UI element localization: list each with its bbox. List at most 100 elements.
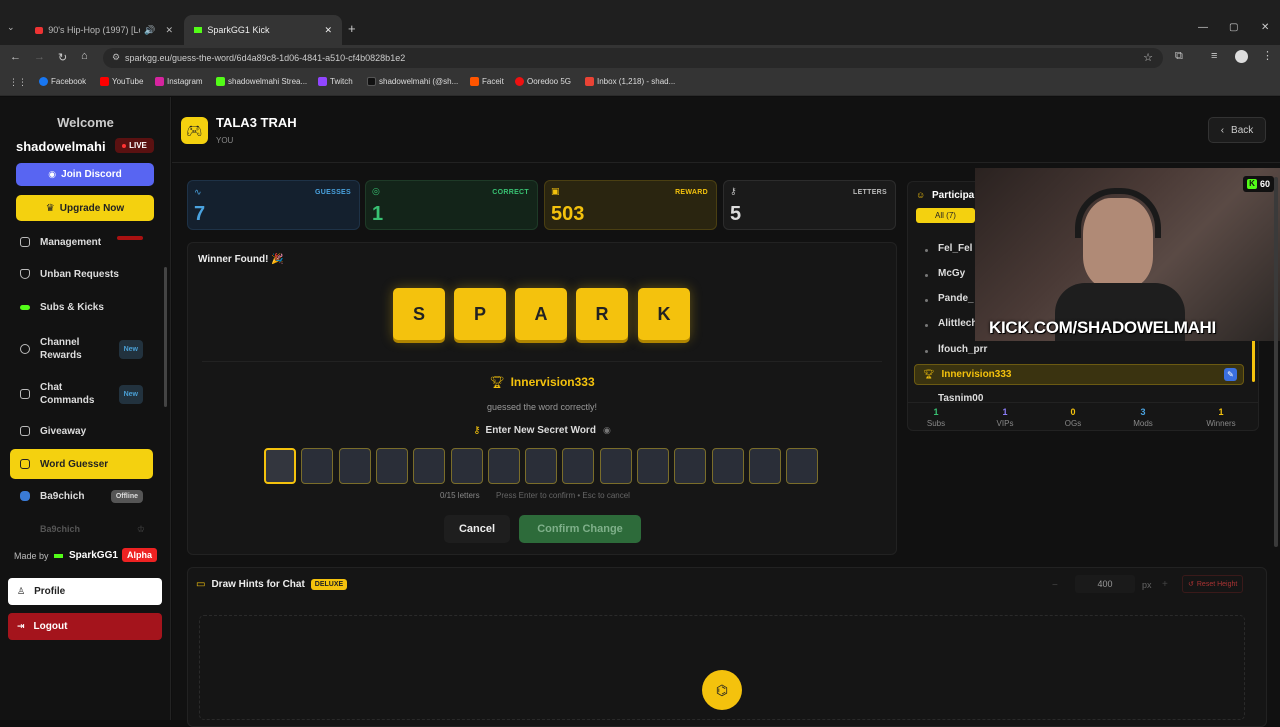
home-icon[interactable]: ⌂ — [81, 50, 88, 62]
twitch-icon — [318, 77, 327, 86]
letter-slot[interactable] — [450, 448, 483, 484]
crown-icon: ♛ — [45, 202, 55, 214]
participants-title: Participa — [932, 190, 975, 201]
letter-slot[interactable] — [637, 448, 669, 484]
letter-slot[interactable] — [375, 448, 408, 484]
bookmark-instagram[interactable]: Instagram — [155, 77, 203, 86]
letter-slot[interactable] — [674, 448, 707, 484]
participant-item[interactable]: Fel_Fel — [938, 243, 972, 254]
filter-all-tab[interactable]: All (7) — [916, 208, 975, 223]
bookmark-gmail[interactable]: Inbox (1,218) - shad... — [585, 77, 675, 86]
participant-item[interactable]: Pande_ — [938, 293, 974, 304]
reload-icon[interactable]: ↻ — [58, 51, 67, 64]
close-tab-icon[interactable]: ✕ — [165, 25, 173, 36]
bookmark-twitch[interactable]: Twitch — [318, 77, 353, 86]
live-badge: LIVE — [115, 138, 154, 153]
letter-slot[interactable] — [264, 448, 296, 484]
letter-slot[interactable] — [786, 448, 819, 484]
back-button[interactable]: ‹ Back — [1208, 117, 1266, 143]
tiktok-icon — [367, 77, 376, 86]
webcam-overlay: K 60 KICK.COM/SHADOWELMAHI — [975, 168, 1280, 341]
forward-arrow-icon[interactable]: → — [34, 51, 45, 63]
page-scrollbar[interactable] — [1274, 177, 1278, 547]
discord-icon: ◉ — [48, 169, 57, 179]
media-control-icon[interactable]: ≡ — [1211, 50, 1217, 62]
letter-slot[interactable] — [338, 448, 371, 484]
check-circle-icon: ◎ — [372, 186, 380, 196]
bookmark-youtube[interactable]: YouTube — [100, 77, 143, 86]
sidebar-item-subs-kicks[interactable]: Subs & Kicks — [10, 292, 153, 322]
gamepad-placeholder-icon: ⌬ — [702, 670, 742, 710]
bookmark-facebook[interactable]: Facebook — [39, 77, 86, 86]
bookmark-kick[interactable]: shadowelmahi Strea... — [216, 77, 307, 86]
eye-icon[interactable]: ◉ — [603, 425, 611, 436]
profile-button[interactable]: ♙ Profile — [8, 578, 162, 605]
tab-title: SparkGG1 Kick — [207, 25, 270, 35]
letter-slot[interactable] — [525, 448, 558, 484]
bookmark-star-icon[interactable]: ☆ — [1143, 51, 1153, 64]
join-discord-button[interactable]: ◉ Join Discord — [16, 163, 154, 186]
tab-list-dropdown-icon[interactable]: ⌄ — [7, 22, 15, 33]
minimize-icon[interactable]: — — [1198, 22, 1208, 33]
close-tab-icon[interactable]: ✕ — [324, 25, 332, 36]
menu-kebab-icon[interactable]: ⋮ — [1262, 49, 1273, 62]
cancel-button[interactable]: Cancel — [444, 515, 510, 543]
new-badge: New — [118, 384, 143, 404]
letter-slot[interactable] — [748, 448, 781, 484]
participant-item-highlighted[interactable]: 🏆︎ Innervision333 ✎ — [914, 364, 1244, 385]
wand-icon[interactable]: ✎ — [1224, 368, 1237, 381]
participant-item[interactable]: lfouch_prr — [938, 344, 987, 355]
browser-tab-1[interactable]: 90's Hip-Hop (1997) [Lost D 🔊 ✕ — [25, 15, 183, 45]
logout-button[interactable]: ⇥ Logout — [8, 613, 162, 640]
winner-row: 🏆︎ Innervision333 — [172, 375, 912, 389]
bookmark-tiktok[interactable]: shadowelmahi (@sh... — [367, 77, 458, 86]
keyboard-hint: Press Enter to confirm • Esc to cancel — [496, 491, 630, 500]
divider — [202, 361, 882, 362]
close-window-icon[interactable]: ✕ — [1261, 22, 1269, 33]
reset-height-button[interactable]: ↺ Reset Height — [1182, 575, 1244, 593]
sidebar-item-ba9chich-2[interactable]: Ba9chich ♔ — [10, 520, 153, 538]
url-field[interactable]: ⚙ sparkgg.eu/guess-the-word/6d4a89c8-1d0… — [103, 48, 1163, 68]
list-bullet — [925, 324, 928, 327]
sidebar-item-channel-rewards[interactable]: Channel Rewards New — [10, 332, 153, 366]
participant-item[interactable]: McGy — [938, 268, 965, 279]
trophy-icon: 🏆︎ — [489, 375, 505, 389]
increase-height-button[interactable]: + — [1162, 579, 1168, 590]
new-tab-icon[interactable]: + — [348, 21, 356, 36]
maximize-icon[interactable]: ▢ — [1229, 22, 1238, 33]
apps-grid-icon[interactable]: ⋮⋮ — [9, 77, 27, 88]
sidebar-item-unban-requests[interactable]: Unban Requests — [10, 259, 153, 289]
sidebar-scrollbar[interactable] — [164, 267, 167, 407]
height-input[interactable]: 400 — [1075, 575, 1135, 593]
upgrade-button[interactable]: ♛ Upgrade Now — [16, 195, 154, 221]
chevron-left-icon: ‹ — [1220, 124, 1225, 136]
sidebar-item-management[interactable]: Management — [10, 227, 153, 257]
sidebar-item-giveaway[interactable]: Giveaway — [10, 416, 153, 446]
alpha-badge: Alpha — [122, 548, 158, 562]
bookmark-faceit[interactable]: Faceit — [470, 77, 504, 86]
letter-slot[interactable] — [599, 448, 632, 484]
sidebar-item-word-guesser[interactable]: Word Guesser — [10, 449, 153, 479]
site-info-icon[interactable]: ⚙ — [112, 52, 120, 63]
letter-slot[interactable] — [487, 448, 520, 484]
letter-slot[interactable] — [562, 448, 595, 484]
bookmark-ooredoo[interactable]: Ooredoo 5G — [515, 77, 571, 86]
decrease-height-button[interactable]: − — [1052, 580, 1058, 591]
profile-avatar-icon[interactable] — [1235, 50, 1248, 63]
letter-slot[interactable] — [711, 448, 744, 484]
sidebar-item-chat-commands[interactable]: Chat Commands New — [10, 377, 153, 411]
extensions-icon[interactable]: ⧉ — [1175, 50, 1183, 63]
confirm-change-button[interactable]: Confirm Change — [519, 515, 641, 543]
participant-item[interactable]: Tasnim00 — [938, 393, 983, 401]
letter-slot[interactable] — [301, 448, 334, 484]
letter-tile: R — [576, 288, 628, 340]
speaker-icon: 🔊 — [144, 24, 156, 35]
participant-item[interactable]: Alittlech — [938, 318, 977, 329]
draw-hints-header: ▭ Draw Hints for Chat DELUXE — [196, 579, 348, 590]
letter-slot[interactable] — [413, 448, 446, 484]
browser-tab-2[interactable]: SparkGG1 Kick ✕ — [184, 15, 342, 45]
back-arrow-icon[interactable]: ← — [10, 51, 21, 63]
kick-favicon-icon — [194, 27, 203, 33]
sidebar-item-ba9chich[interactable]: Ba9chich Offline — [10, 481, 153, 511]
counts-divider — [908, 402, 1258, 403]
